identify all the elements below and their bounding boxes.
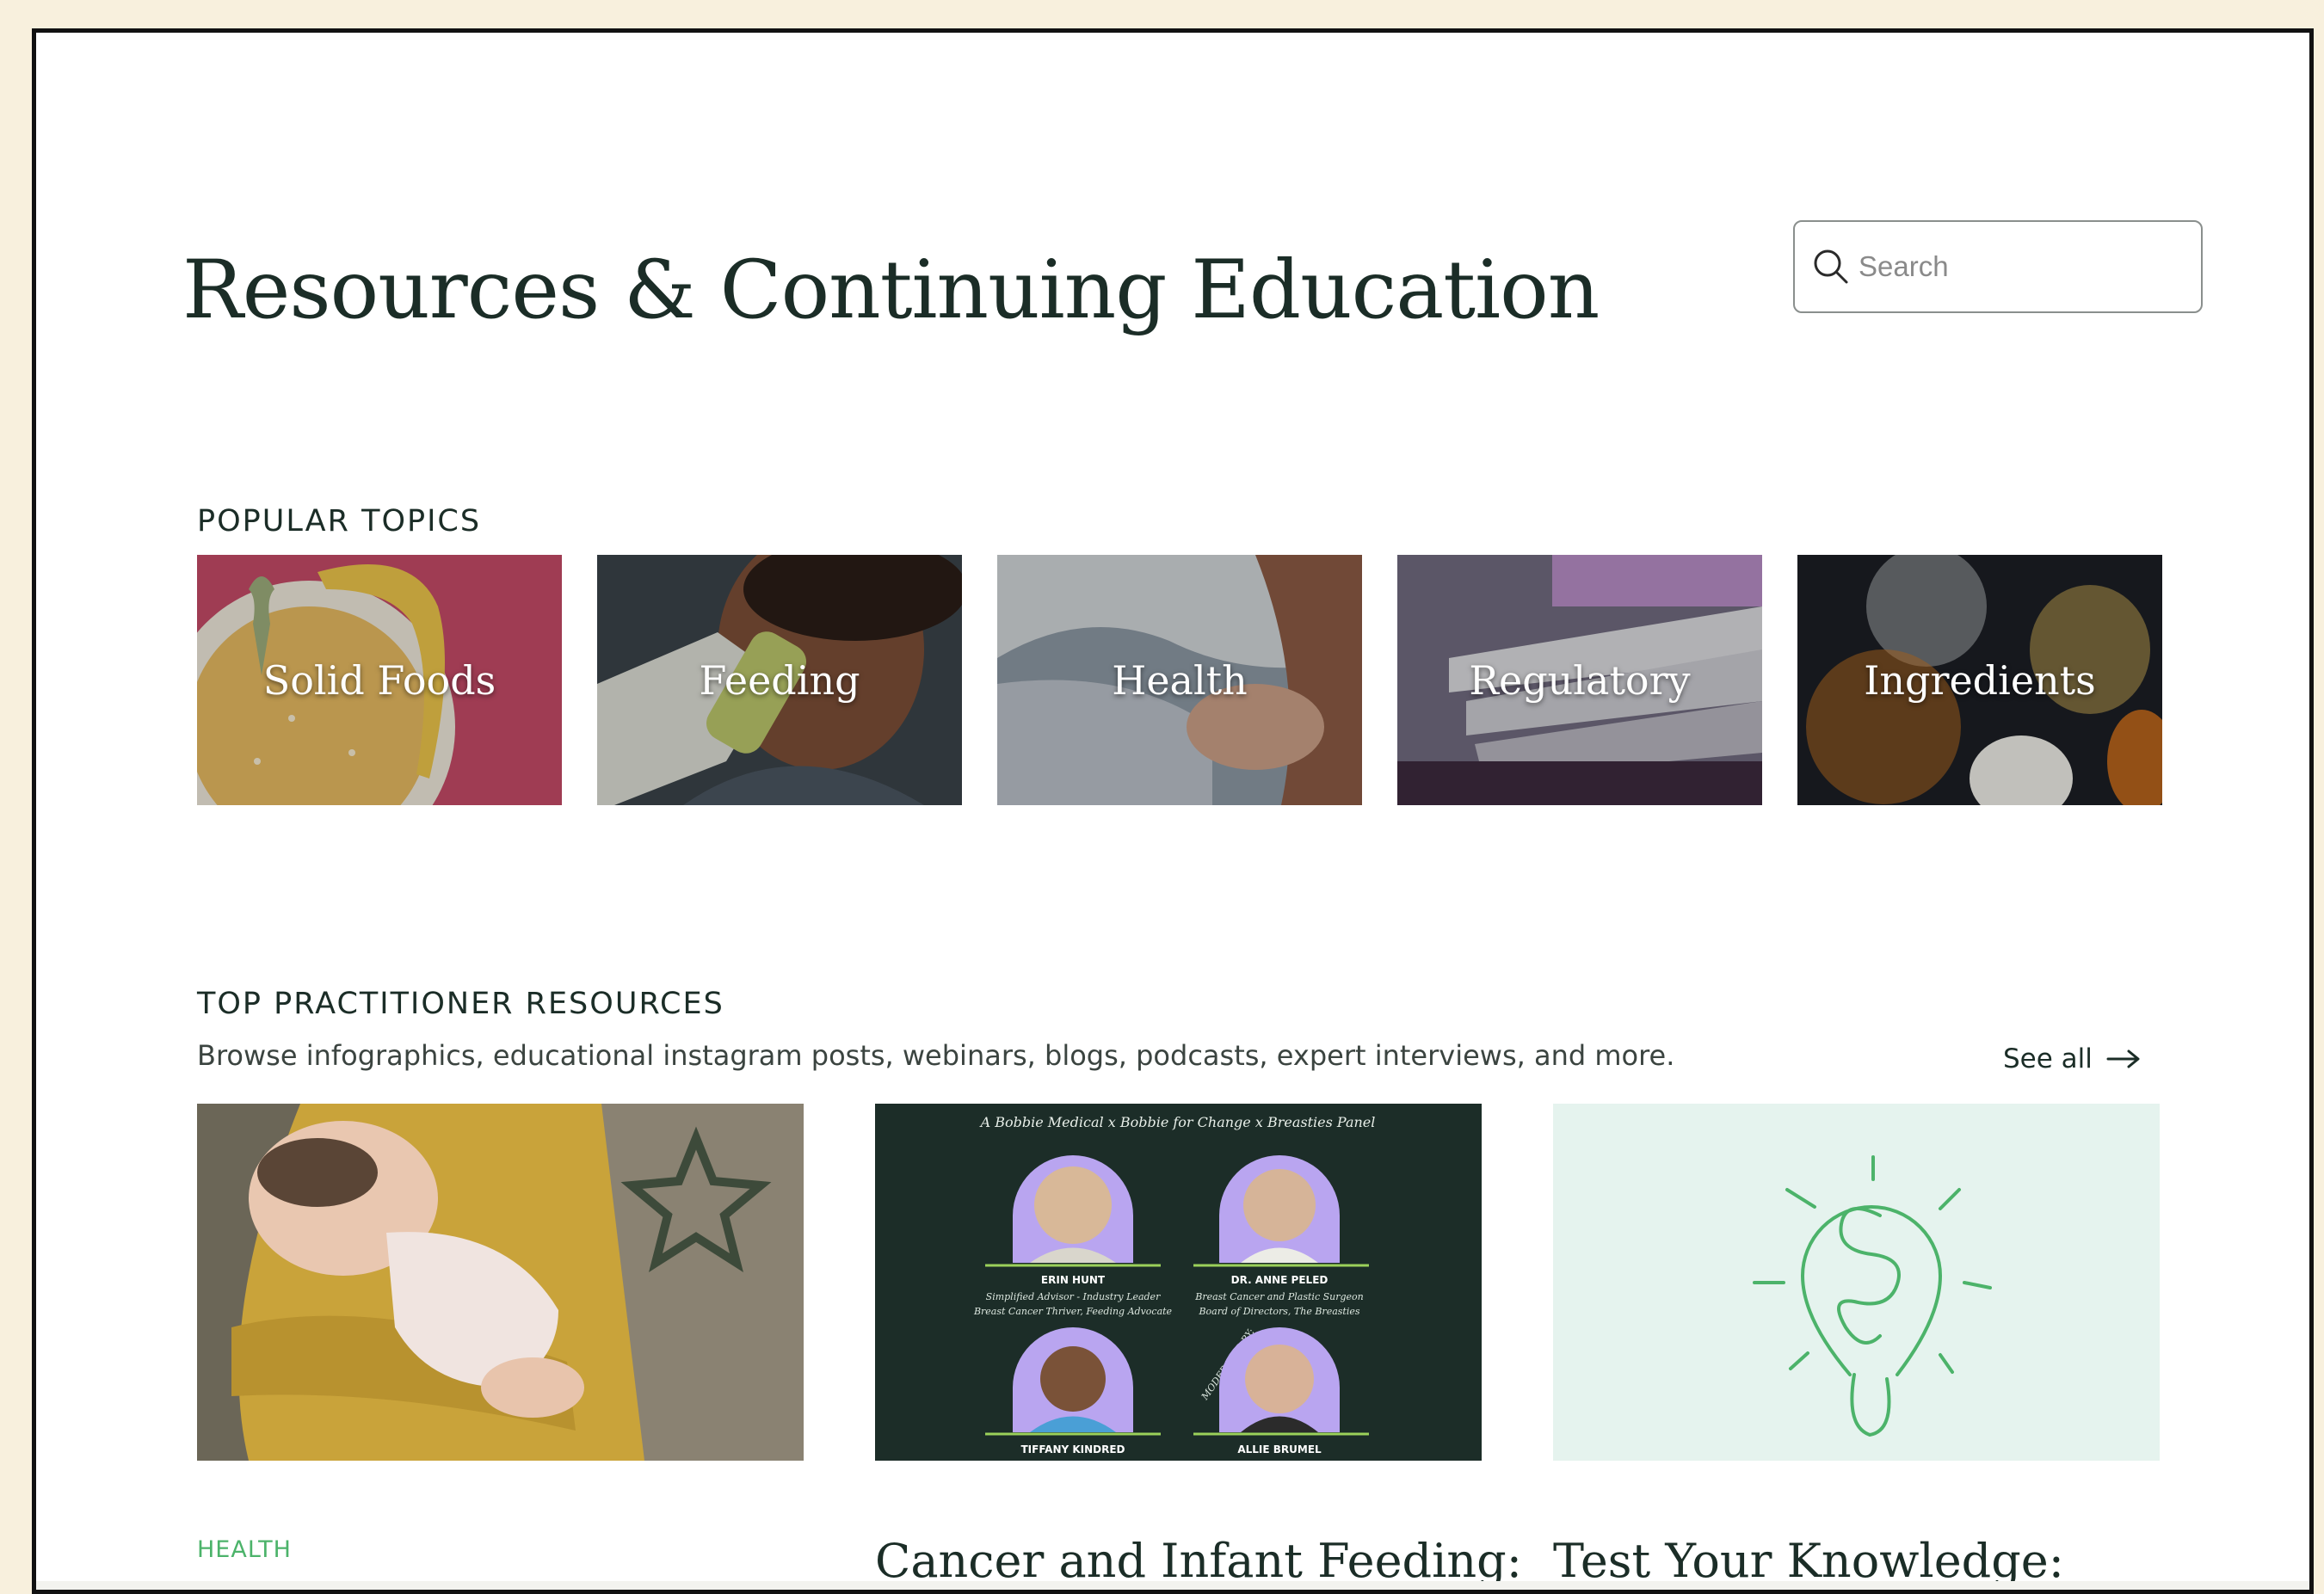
topic-card-feeding[interactable]: Feeding — [597, 555, 962, 805]
topic-card-regulatory[interactable]: Regulatory — [1397, 555, 1762, 805]
webinar-subtitle: A Bobbie Medical x Bobbie for Change x B… — [979, 1114, 1376, 1130]
resource-card[interactable]: Test Your Knowledge: — [1553, 1104, 2160, 1588]
see-all-link[interactable]: See all — [2003, 1043, 2141, 1074]
topic-card-ingredients[interactable]: Ingredients — [1797, 555, 2162, 805]
lightbulb-icon — [1553, 1104, 2160, 1461]
arrow-right-icon — [2106, 1049, 2140, 1068]
resource-card[interactable]: HEALTH — [197, 1104, 804, 1563]
search-icon — [1814, 249, 1848, 284]
topic-label: Ingredients — [1864, 656, 2096, 704]
popular-topics-list: Solid Foods Feeding Health Regulatory In… — [197, 555, 2162, 805]
resource-card-image — [197, 1104, 804, 1461]
see-all-label: See all — [2003, 1043, 2093, 1074]
crying-baby-image — [197, 1104, 804, 1461]
topic-card-solid-foods[interactable]: Solid Foods — [197, 555, 562, 805]
panelist-name: TIFFANY KINDRED — [1020, 1443, 1125, 1456]
page-title: Resources & Continuing Education — [182, 243, 1600, 337]
panelist-role: Breast Cancer and Plastic Surgeon — [1194, 1291, 1364, 1302]
resource-card[interactable]: A Bobbie Medical x Bobbie for Change x B… — [875, 1104, 1522, 1588]
panelist-role: Board of Directors, The Breasties — [1198, 1306, 1359, 1317]
panelist-name: ALLIE BRUMEL — [1237, 1443, 1322, 1456]
topic-label: Health — [1112, 656, 1248, 704]
panelist-role: Breast Cancer Thriver, Feeding Advocate — [973, 1306, 1173, 1317]
webinar-panel-image: A Bobbie Medical x Bobbie for Change x B… — [875, 1104, 1482, 1461]
popular-topics-heading: POPULAR TOPICS — [197, 504, 482, 539]
resource-card-image: A Bobbie Medical x Bobbie for Change x B… — [875, 1104, 1482, 1461]
search-input[interactable] — [1859, 222, 2185, 311]
panelist-name: DR. ANNE PELED — [1231, 1274, 1328, 1286]
topic-card-health[interactable]: Health — [997, 555, 1362, 805]
card-title: Cancer and Infant Feeding: — [875, 1534, 1522, 1588]
card-category-tag: HEALTH — [197, 1536, 292, 1563]
topic-label: Feeding — [699, 656, 860, 704]
practitioner-resources-description: Browse infographics, educational instagr… — [197, 1039, 1675, 1072]
topic-label: Solid Foods — [262, 656, 496, 704]
search-box[interactable] — [1793, 220, 2203, 313]
card-title: Test Your Knowledge: — [1553, 1534, 2064, 1588]
panelist-role: Simplified Advisor - Industry Leader — [986, 1291, 1161, 1302]
bottom-edge — [36, 1581, 2309, 1590]
page-frame: Resources & Continuing Education POPULAR… — [32, 28, 2314, 1594]
practitioner-resources-heading: TOP PRACTITIONER RESOURCES — [197, 987, 724, 1021]
resource-card-image — [1553, 1104, 2160, 1461]
panelist-name: ERIN HUNT — [1041, 1274, 1106, 1286]
topic-label: Regulatory — [1469, 656, 1691, 704]
